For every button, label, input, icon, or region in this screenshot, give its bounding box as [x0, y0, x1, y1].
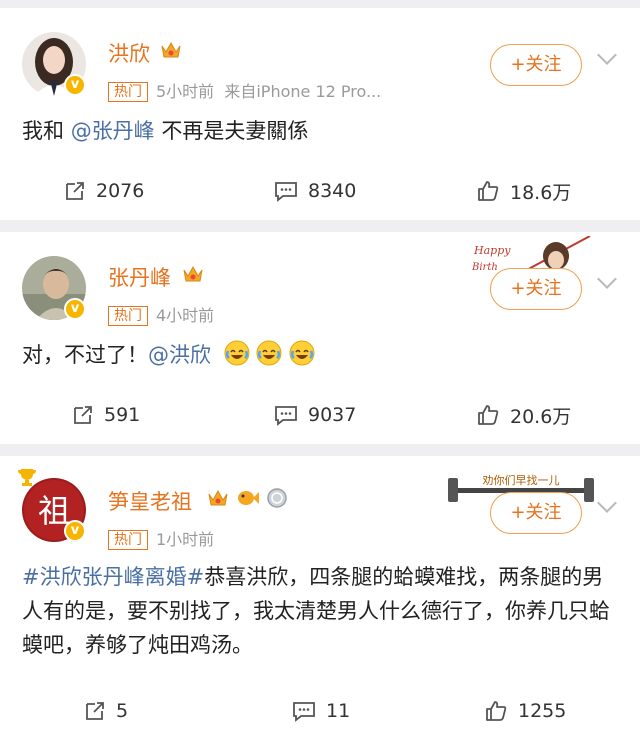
repost-button[interactable]: 591 [72, 400, 140, 430]
mention-link[interactable]: @张丹峰 [71, 119, 155, 143]
post-meta: 热门 4小时前 [108, 302, 214, 326]
weibo-post: v 张丹峰 热门 4小时前 Happy Birth +关注 对，不过了！@洪欣 5… [0, 232, 640, 444]
svg-text:Birth: Birth [471, 262, 498, 273]
post-time: 4小时前 [156, 306, 215, 325]
like-count: 20.6万 [510, 405, 572, 428]
hot-tag: 热门 [108, 306, 148, 326]
author-name[interactable]: 洪欣 [108, 38, 150, 68]
repost-count: 5 [116, 700, 129, 722]
like-count: 18.6万 [510, 181, 572, 204]
like-button[interactable]: 18.6万 [476, 176, 571, 206]
weibo-post: v 洪欣 热门 5小时前 来自iPhone 12 Pro... +关注 我和 @张… [0, 8, 640, 220]
svg-text:劝你们早找一儿: 劝你们早找一儿 [483, 473, 560, 487]
content-text: 我和 [22, 119, 71, 143]
repost-icon [74, 406, 92, 424]
repost-button[interactable]: 5 [84, 696, 128, 726]
repost-icon [66, 182, 84, 200]
vip-crown-icon [208, 489, 228, 506]
thumbs-up-icon [478, 405, 499, 425]
laugh-cry-emoji-icon [256, 340, 282, 366]
post-content: 我和 @张丹峰 不再是夫妻關係 [22, 114, 612, 148]
like-count: 1255 [518, 700, 567, 722]
author-name[interactable]: 笋皇老祖 [108, 486, 192, 516]
verified-badge-icon: v [64, 520, 86, 542]
post-content: 对，不过了！@洪欣 [22, 338, 612, 376]
post-content: #洪欣张丹峰离婚#恭喜洪欣，四条腿的蛤蟆难找，两条腿的男人有的是，要不别找了，我… [22, 560, 612, 662]
action-bar: 2076 8340 18.6万 [0, 176, 640, 206]
repost-count: 2076 [96, 180, 145, 202]
comment-icon [275, 182, 297, 202]
repost-button[interactable]: 2076 [64, 176, 144, 206]
hashtag-link[interactable]: #洪欣张丹峰离婚# [22, 565, 204, 589]
follow-button[interactable]: +关注 [490, 492, 582, 534]
laugh-cry-emoji-icon [224, 340, 250, 366]
laugh-cry-emoji-icon [289, 340, 315, 366]
comment-icon [293, 702, 315, 722]
comment-icon [275, 406, 297, 426]
svg-text:Happy: Happy [473, 244, 511, 257]
repost-count: 591 [104, 404, 141, 426]
trophy-icon [18, 469, 36, 486]
thumbs-up-icon [478, 181, 499, 201]
verified-badge-icon: v [64, 74, 86, 96]
like-button[interactable]: 20.6万 [476, 400, 571, 430]
repost-icon [86, 702, 104, 720]
mention-link[interactable]: @洪欣 [148, 343, 211, 367]
follow-button[interactable]: +关注 [490, 268, 582, 310]
comment-count: 11 [326, 700, 351, 722]
author-name[interactable]: 张丹峰 [108, 262, 171, 292]
hot-tag: 热门 [108, 82, 148, 102]
chevron-down-icon[interactable] [597, 269, 617, 289]
comment-button[interactable]: 9037 [274, 400, 356, 430]
action-bar: 591 9037 20.6万 [0, 400, 640, 430]
comment-button[interactable]: 8340 [274, 176, 356, 206]
comment-count: 9037 [308, 404, 357, 426]
post-time: 5小时前 [156, 82, 215, 101]
medal-badge-icon [267, 488, 287, 508]
action-bar: 5 11 1255 [0, 696, 640, 726]
emoji-group [224, 340, 315, 376]
like-button[interactable]: 1255 [484, 696, 566, 726]
post-time: 1小时前 [156, 530, 215, 549]
follow-button[interactable]: +关注 [490, 44, 582, 86]
post-source[interactable]: 来自iPhone 12 Pro... [224, 82, 381, 101]
chevron-down-icon[interactable] [597, 493, 617, 513]
content-text: 对，不过了！ [22, 343, 148, 367]
post-meta: 热门 1小时前 [108, 526, 214, 550]
hot-tag: 热门 [108, 530, 148, 550]
content-text: 不再是夫妻關係 [154, 119, 309, 143]
chevron-down-icon[interactable] [597, 45, 617, 65]
vip-crown-icon [183, 265, 203, 282]
weibo-post: 祖 v 笋皇老祖 热门 1小时前 劝你们早找一儿 +关注 #洪欣张丹峰离婚#恭喜洪… [0, 456, 640, 746]
vip-crown-icon [161, 41, 181, 58]
fish-badge-icon [238, 491, 259, 505]
verified-badge-icon: v [64, 298, 86, 320]
post-meta: 热门 5小时前 来自iPhone 12 Pro... [108, 78, 381, 102]
comment-count: 8340 [308, 180, 357, 202]
comment-button[interactable]: 11 [292, 696, 350, 726]
thumbs-up-icon [486, 701, 507, 721]
